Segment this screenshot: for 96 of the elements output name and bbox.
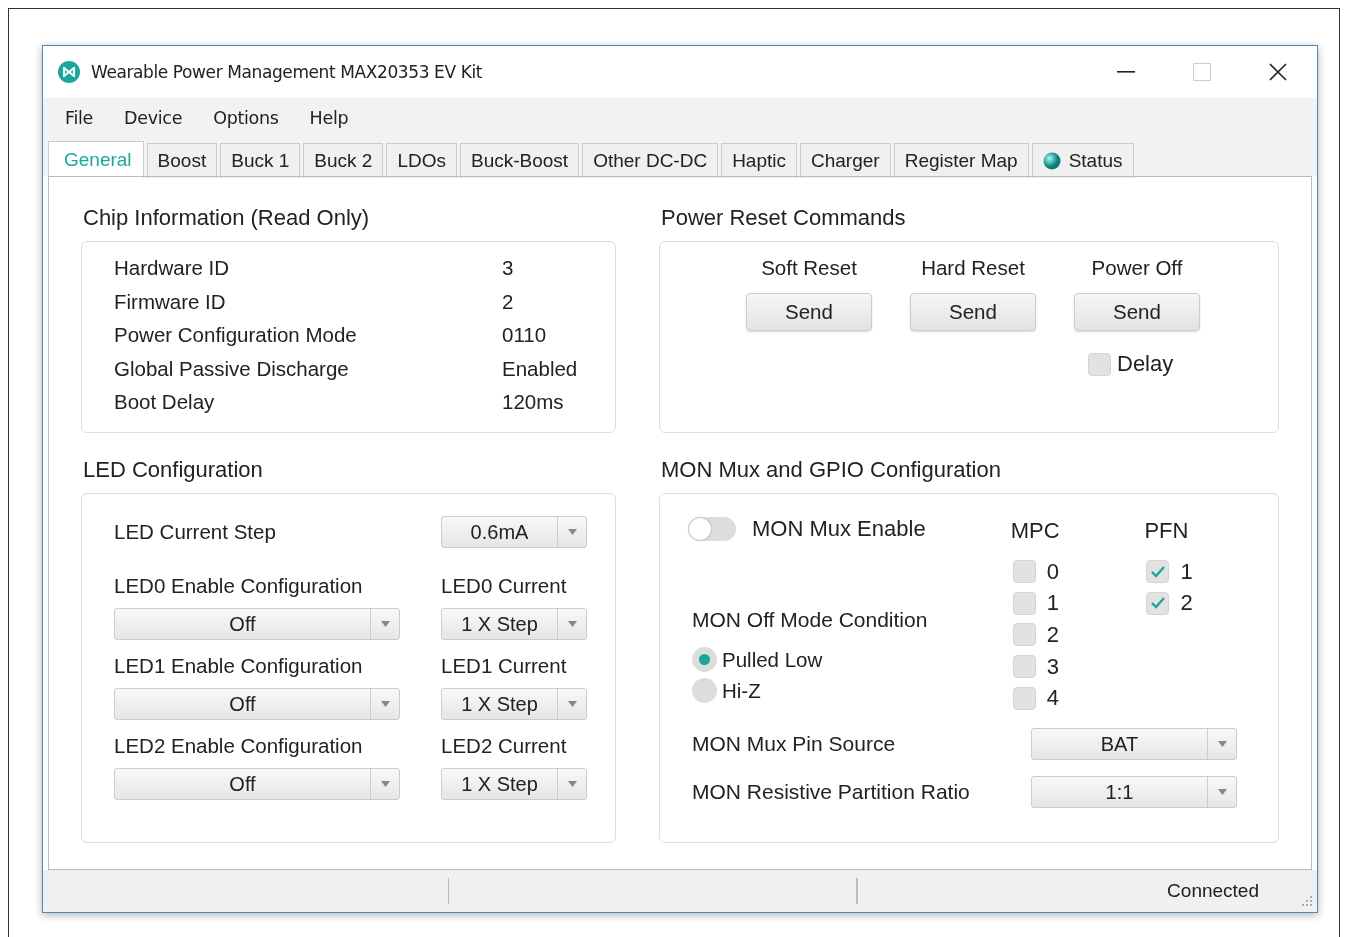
toggle-switch[interactable] xyxy=(688,517,736,541)
command-label: Soft Reset xyxy=(761,256,857,280)
section-title: LED Configuration xyxy=(83,457,264,483)
field-label: MON Off Mode Condition xyxy=(692,608,929,632)
caret-icon xyxy=(380,701,390,707)
checkbox-label: 2 xyxy=(1046,622,1059,648)
minimize-icon[interactable] xyxy=(1117,71,1135,73)
radio-button[interactable] xyxy=(692,678,717,703)
tab[interactable]: Haptic xyxy=(721,143,797,178)
dropdown[interactable]: Off xyxy=(114,608,400,640)
field-label: Boot Delay xyxy=(114,390,216,416)
checkbox[interactable] xyxy=(1012,591,1036,615)
send-button[interactable]: Send xyxy=(910,293,1036,331)
tab[interactable]: Buck-Boost xyxy=(459,143,580,178)
checkbox[interactable] xyxy=(1012,560,1036,584)
window-title: Wearable Power Management MAX20353 EV Kit xyxy=(91,62,482,82)
send-button[interactable]: Send xyxy=(1074,293,1200,331)
app-logo-icon xyxy=(58,61,80,83)
toggle-label: MON Mux Enable xyxy=(752,516,926,542)
section-title: Power Reset Commands xyxy=(661,205,907,231)
dropdown[interactable]: Off xyxy=(114,688,400,720)
tab[interactable]: Charger xyxy=(800,143,891,178)
field-label: Power Configuration Mode xyxy=(114,323,358,349)
field-label: MON Resistive Partition Ratio xyxy=(692,780,971,804)
tab[interactable]: LDOs xyxy=(386,143,457,178)
maximize-icon[interactable] xyxy=(1193,63,1211,81)
radio-label: Hi-Z xyxy=(722,678,761,703)
checkbox[interactable] xyxy=(1088,352,1111,376)
checkbox-label: 1 xyxy=(1046,590,1059,617)
field-label: Hardware ID xyxy=(114,256,231,281)
radio-button[interactable] xyxy=(692,647,717,672)
checkbox[interactable] xyxy=(1012,623,1036,647)
checkbox-label: 1 xyxy=(1180,558,1193,585)
dropdown[interactable]: 0.6mA xyxy=(441,516,587,548)
caret-icon xyxy=(567,781,577,787)
checkbox[interactable] xyxy=(1146,560,1170,584)
checkbox-label: 0 xyxy=(1046,558,1059,585)
status-dot-icon xyxy=(1042,152,1061,170)
command-label: Hard Reset xyxy=(921,256,1025,280)
field-label: LED2 Enable Configuration xyxy=(114,734,364,758)
resize-grip-icon[interactable] xyxy=(1299,894,1313,908)
caret-icon xyxy=(567,529,577,535)
tab[interactable]: Register Map xyxy=(893,143,1029,178)
caret-icon xyxy=(380,781,390,787)
dropdown[interactable]: BAT xyxy=(1031,728,1237,760)
checkbox[interactable] xyxy=(1012,686,1036,710)
field-value: 2 xyxy=(502,289,514,315)
menu-item[interactable]: Help xyxy=(309,108,349,128)
caret-icon xyxy=(1217,789,1227,795)
field-label: LED Current Step xyxy=(114,520,277,544)
status-text: Connected xyxy=(1167,880,1259,902)
dropdown[interactable]: 1 X Step xyxy=(441,768,587,800)
tab[interactable]: Other DC-DC xyxy=(582,143,719,178)
menu-item[interactable]: File xyxy=(65,108,94,128)
checkmark-icon xyxy=(1149,564,1166,579)
field-label: LED1 Current xyxy=(441,654,567,678)
checkbox-label: Delay xyxy=(1117,351,1174,377)
field-label: Firmware ID xyxy=(114,289,227,315)
field-label: LED2 Current xyxy=(441,734,567,758)
field-value: 120ms xyxy=(502,390,564,416)
caret-icon xyxy=(380,621,390,627)
caret-icon xyxy=(567,701,577,707)
radio-label: Pulled Low xyxy=(722,647,823,672)
column-header: PFN xyxy=(1144,517,1190,545)
section-title: MON Mux and GPIO Configuration xyxy=(661,457,1002,483)
tab[interactable]: Boost xyxy=(146,143,218,178)
caret-icon xyxy=(567,621,577,627)
field-label: LED0 Enable Configuration xyxy=(114,574,364,598)
caret-icon xyxy=(1217,741,1227,747)
checkbox-label: 2 xyxy=(1180,590,1193,617)
section-title: Chip Information (Read Only) xyxy=(83,205,371,231)
command-label: Power Off xyxy=(1091,256,1183,280)
dropdown[interactable]: Off xyxy=(114,768,400,800)
field-value: 0110 xyxy=(502,323,547,349)
field-value: Enabled xyxy=(502,356,578,382)
checkmark-icon xyxy=(1149,596,1166,611)
dropdown[interactable]: 1 X Step xyxy=(441,688,587,720)
checkbox-label: 4 xyxy=(1046,685,1059,712)
field-label: LED0 Current xyxy=(441,574,567,598)
field-label: Global Passive Discharge xyxy=(114,356,350,382)
field-label: MON Mux Pin Source xyxy=(692,732,897,756)
checkbox[interactable] xyxy=(1146,591,1170,615)
column-header: MPC xyxy=(1010,517,1061,545)
tab[interactable]: Buck 1 xyxy=(220,143,301,178)
checkbox-label: 3 xyxy=(1046,653,1059,680)
menu-item[interactable]: Device xyxy=(124,108,183,128)
menu-item[interactable]: Options xyxy=(213,108,279,128)
send-button[interactable]: Send xyxy=(746,293,872,331)
field-value: 3 xyxy=(502,256,514,281)
tab[interactable]: Buck 2 xyxy=(303,143,384,178)
tab[interactable]: Status xyxy=(1031,143,1134,178)
dropdown[interactable]: 1:1 xyxy=(1031,776,1237,808)
field-label: LED1 Enable Configuration xyxy=(114,654,364,678)
checkbox[interactable] xyxy=(1012,655,1036,679)
close-icon[interactable] xyxy=(1269,63,1287,81)
dropdown[interactable]: 1 X Step xyxy=(441,608,587,640)
